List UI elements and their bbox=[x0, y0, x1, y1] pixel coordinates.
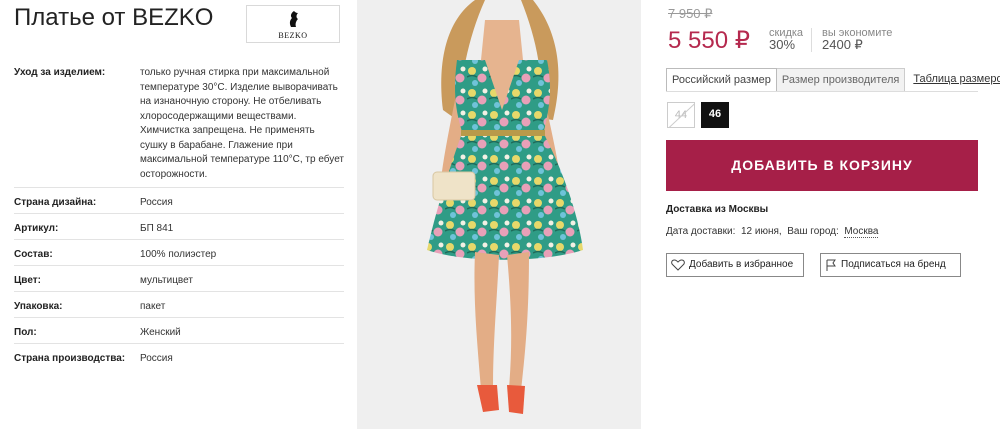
subscribe-brand-label: Подписаться на бренд bbox=[841, 259, 946, 270]
size-option-selected[interactable]: 46 bbox=[701, 102, 729, 128]
flag-icon bbox=[826, 259, 836, 271]
attr-row: Цвет: мультицвет bbox=[14, 266, 344, 292]
attr-key: Страна производства: bbox=[14, 353, 126, 364]
attr-value: мультицвет bbox=[140, 275, 193, 286]
dress-model-illustration bbox=[427, 0, 583, 414]
city-selector[interactable]: Москва bbox=[844, 226, 879, 238]
tab-manufacturer-size[interactable]: Размер производителя bbox=[776, 68, 906, 92]
attr-value: Россия bbox=[140, 197, 173, 208]
attr-value: 100% полиэстер bbox=[140, 249, 217, 260]
size-tabs: Российский размер Размер производителя Т… bbox=[666, 68, 1000, 92]
attr-row: Страна производства: Россия bbox=[14, 344, 344, 370]
attr-key: Страна дизайна: bbox=[14, 197, 97, 208]
attr-row: Уход за изделием: только ручная стирка п… bbox=[14, 66, 344, 188]
price-divider bbox=[811, 28, 812, 52]
product-photo[interactable] bbox=[357, 0, 641, 429]
subscribe-brand-button[interactable]: Подписаться на бренд bbox=[820, 253, 961, 277]
add-to-cart-button[interactable]: ДОБАВИТЬ В КОРЗИНУ bbox=[666, 140, 978, 191]
current-price: 5 550 ₽ bbox=[668, 27, 750, 54]
attr-key: Пол: bbox=[14, 327, 37, 338]
savings-value: 2400 ₽ bbox=[822, 37, 863, 52]
add-to-favorites-button[interactable]: Добавить в избранное bbox=[666, 253, 804, 277]
savings-block: вы экономите 2400 ₽ bbox=[822, 27, 892, 51]
attr-row: Артикул: БП 841 bbox=[14, 214, 344, 240]
size-option-unavailable: 44 bbox=[667, 102, 695, 128]
add-to-favorites-label: Добавить в избранное bbox=[689, 259, 794, 270]
attr-key: Уход за изделием: bbox=[14, 67, 106, 78]
discount-value: 30% bbox=[769, 37, 796, 52]
discount-block: скидка 30% bbox=[769, 27, 803, 51]
attr-value: БП 841 bbox=[140, 223, 174, 234]
attr-key: Упаковка: bbox=[14, 301, 63, 312]
delivery-date-label: Дата доставки: bbox=[666, 226, 736, 237]
attr-row: Упаковка: пакет bbox=[14, 292, 344, 318]
delivery-date-value: 12 июня, bbox=[740, 226, 782, 237]
attr-value: Россия bbox=[140, 353, 173, 364]
tabs-divider bbox=[666, 91, 978, 92]
attributes-table: Уход за изделием: только ручная стирка п… bbox=[14, 66, 344, 370]
brand-logo-text: BEZKO bbox=[278, 31, 308, 40]
attr-key: Цвет: bbox=[14, 275, 41, 286]
attr-key: Состав: bbox=[14, 249, 53, 260]
brand-logo-icon bbox=[289, 11, 298, 27]
attr-row: Состав: 100% полиэстер bbox=[14, 240, 344, 266]
brand-logo[interactable]: BEZKO bbox=[246, 5, 340, 43]
tab-russian-size[interactable]: Российский размер bbox=[666, 68, 777, 92]
city-label: Ваш город: bbox=[787, 226, 839, 237]
attr-value: пакет bbox=[140, 301, 166, 312]
attr-row: Пол: Женский bbox=[14, 318, 344, 344]
product-title: Платье от BEZKO bbox=[14, 4, 214, 31]
size-chart-link[interactable]: Таблица размеров bbox=[905, 68, 1000, 92]
attr-value: только ручная стирка при максимальной те… bbox=[140, 67, 344, 180]
attr-key: Артикул: bbox=[14, 223, 59, 234]
delivery-info: Дата доставки: 12 июня, Ваш город: Москв… bbox=[666, 226, 879, 238]
delivery-title: Доставка из Москвы bbox=[666, 204, 769, 215]
attr-value: Женский bbox=[140, 327, 181, 338]
heart-icon bbox=[671, 259, 685, 271]
old-price: 7 950 ₽ bbox=[668, 6, 713, 21]
attr-row: Страна дизайна: Россия bbox=[14, 188, 344, 214]
